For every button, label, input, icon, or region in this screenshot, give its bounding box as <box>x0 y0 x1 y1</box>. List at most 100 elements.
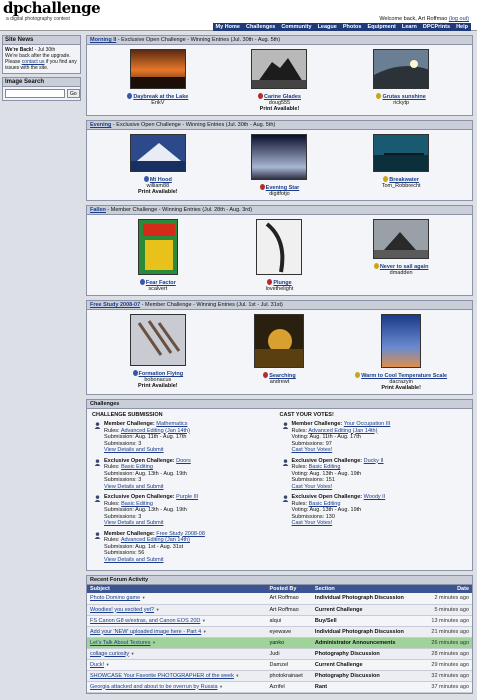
site-logo[interactable]: dpchallenge a digital photography contes… <box>3 1 101 23</box>
view-details-link[interactable]: View Details and Submit <box>104 447 164 453</box>
cast-votes-link[interactable]: Cast Your Votes! <box>292 520 333 526</box>
chevron-down-icon[interactable]: ▼ <box>152 640 156 645</box>
second-place-ribbon-icon <box>259 184 265 190</box>
open-challenge-icon <box>94 495 101 502</box>
col-section: Section <box>311 585 422 593</box>
rules-link[interactable]: Basic Editing <box>309 501 341 507</box>
view-details-link[interactable]: View Details and Submit <box>104 520 164 526</box>
nav-dpcprints[interactable]: DPCPrints <box>420 23 453 31</box>
winner-thumbnail[interactable] <box>129 49 187 90</box>
challenge-name-link[interactable]: Your Occupation III <box>344 421 391 427</box>
main-content: Morning II - Exclusive Open Challenge - … <box>86 35 473 698</box>
challenge-name-link[interactable]: Free Study 2008-08 <box>156 531 205 537</box>
open-challenge-icon <box>94 458 101 466</box>
challenge-link[interactable]: Evening <box>90 122 111 128</box>
winner-thumbnail[interactable] <box>373 49 431 90</box>
entry-author[interactable]: digitfotjo <box>219 191 339 197</box>
chevron-down-icon[interactable]: ▼ <box>142 595 146 600</box>
nav-equipment[interactable]: Equipment <box>364 23 398 31</box>
topic-link[interactable]: Add your 'NEW' uploaded image here - Par… <box>90 629 201 635</box>
winner-thumbnail[interactable] <box>129 134 187 173</box>
winner-entry: Searching andrewt <box>219 314 339 391</box>
nav-community[interactable]: Community <box>278 23 314 31</box>
chevron-down-icon[interactable]: ▼ <box>203 629 207 634</box>
challenge-name-link[interactable]: Woody II <box>364 494 386 500</box>
nav-photos[interactable]: Photos <box>340 23 365 31</box>
nav-help[interactable]: Help <box>453 23 471 31</box>
rules-link[interactable]: Advanced Editing (Jan 14th) <box>121 537 190 543</box>
table-row: Photo Domino game ▼ Art Roffmao Individual… <box>87 593 472 605</box>
view-details-link[interactable]: View Details and Submit <box>104 484 164 490</box>
image-search-title: Image Search <box>3 78 80 87</box>
winner-entry: Daybreak at the Lake ErikV <box>98 49 218 112</box>
topic-link[interactable]: FS Canon G8 w/extras, and Canon EOS 20D <box>90 618 200 624</box>
forum-section: Photography Discussion <box>311 670 422 682</box>
challenge-name-link[interactable]: Doors <box>176 458 191 464</box>
challenge-name-link[interactable]: Mathematics <box>156 421 187 427</box>
chevron-down-icon[interactable]: ▼ <box>235 673 239 678</box>
entry-author[interactable]: Tom_Robbrecht <box>341 183 461 189</box>
rules-link[interactable]: Basic Editing <box>121 501 153 507</box>
winner-thumbnail[interactable] <box>254 314 306 369</box>
challenge-item: Exclusive Open Challenge: Ducky II Rules… <box>280 458 468 491</box>
rules-link[interactable]: Basic Editing <box>309 464 341 470</box>
rules-label: Rules: <box>104 537 121 543</box>
image-search-input[interactable] <box>5 89 65 98</box>
winner-thumbnail[interactable] <box>137 219 179 276</box>
topic-link[interactable]: collage curiosity <box>90 651 129 657</box>
winner-thumbnail[interactable] <box>129 314 187 367</box>
rules-link[interactable]: Basic Editing <box>121 464 153 470</box>
topic-link[interactable]: Photo Domino game <box>90 595 140 601</box>
posted-by: Art Roffmao <box>266 604 312 616</box>
challenge-type: Exclusive Open Challenge: <box>104 494 177 500</box>
entry-author[interactable]: dmadden <box>341 270 461 276</box>
nav-my-home[interactable]: My Home <box>213 23 243 31</box>
forum-header-row: Subject Posted By Section Date <box>87 585 472 593</box>
challenge-link[interactable]: Morning II <box>90 37 116 43</box>
topic-link[interactable]: SHOWCASE Your Favorite PHOTOGRAPHER of t… <box>90 673 234 679</box>
chevron-down-icon[interactable]: ▼ <box>156 607 160 612</box>
chevron-down-icon[interactable]: ▼ <box>219 684 223 689</box>
entry-author[interactable]: rickytp <box>341 100 461 106</box>
winner-thumbnail[interactable] <box>251 134 309 181</box>
view-details-link[interactable]: View Details and Submit <box>104 557 164 563</box>
chevron-down-icon[interactable]: ▼ <box>131 651 135 656</box>
entry-author[interactable]: ErikV <box>98 100 218 106</box>
third-place-ribbon-icon <box>373 263 379 269</box>
cast-votes-link[interactable]: Cast Your Votes! <box>292 484 333 490</box>
entry-author[interactable]: andrewt <box>219 379 339 385</box>
rules-link[interactable]: Advanced Editing (Jan 14th) <box>308 428 377 434</box>
winner-thumbnail[interactable] <box>251 49 309 90</box>
nav-challenges[interactable]: Challenges <box>243 23 278 31</box>
chevron-down-icon[interactable]: ▼ <box>202 618 206 623</box>
cast-votes-link[interactable]: Cast Your Votes! <box>292 447 333 453</box>
search-go-button[interactable]: Go <box>67 89 80 98</box>
entry-author[interactable]: lovethelight <box>219 286 339 292</box>
post-date: 37 minutes ago <box>421 681 472 693</box>
nav-league[interactable]: League <box>315 23 340 31</box>
topic-link[interactable]: Duck! <box>90 662 104 668</box>
table-row: Georgia attacked and about to be overrun… <box>87 681 472 693</box>
entry-author[interactable]: scalvert <box>98 286 218 292</box>
challenge-name-link[interactable]: Ducky II <box>364 458 384 464</box>
winner-thumbnail[interactable] <box>373 134 431 173</box>
logout-link[interactable]: (log out) <box>449 16 469 22</box>
winner-thumbnail[interactable] <box>381 314 423 369</box>
topic-link[interactable]: Georgia attacked and about to be overrun… <box>90 684 218 690</box>
challenge-period: Submission: Aug. 13th - Aug. 19th <box>104 470 187 477</box>
nav-learn[interactable]: Learn <box>399 23 420 31</box>
section-title: Evening - Exclusive Open Challenge - Win… <box>87 121 472 130</box>
site-header: dpchallenge a digital photography contes… <box>0 0 477 31</box>
winner-thumbnail[interactable] <box>256 219 304 276</box>
forum-section: Individual Photograph Discussion <box>311 593 422 605</box>
topic-link[interactable]: Woodies! you excited yet? <box>90 607 154 613</box>
chevron-down-icon[interactable]: ▼ <box>106 662 110 667</box>
challenge-link[interactable]: Free Study 2008-07 <box>90 302 140 308</box>
col-date: Date <box>421 585 472 593</box>
winner-thumbnail[interactable] <box>373 219 431 260</box>
print-available: Print Available! <box>138 189 178 195</box>
topic-link[interactable]: Let's Talk About Textures <box>90 640 150 646</box>
challenge-link[interactable]: Fallen <box>90 207 106 213</box>
challenge-name-link[interactable]: Purple III <box>176 494 198 500</box>
rules-link[interactable]: Advanced Editing (Jan 14th) <box>121 428 190 434</box>
